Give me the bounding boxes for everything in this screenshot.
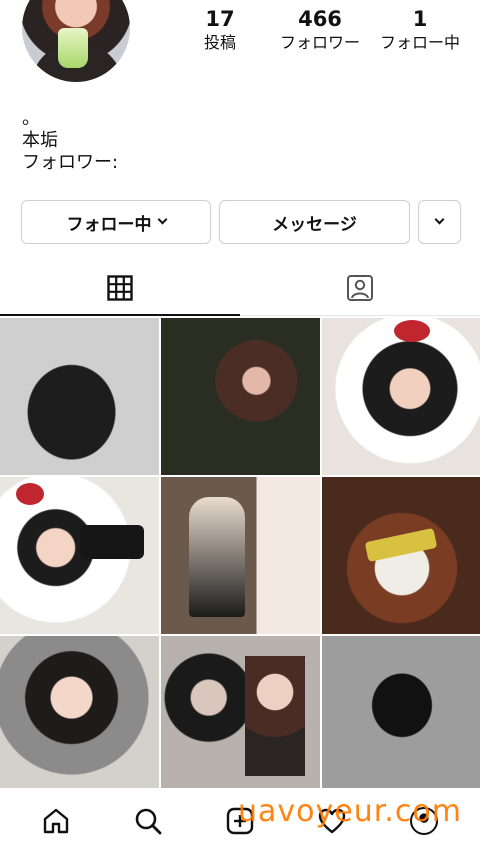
post-thumbnail[interactable]: [0, 318, 159, 475]
following-button-label: フォロー中: [66, 214, 152, 235]
tagged-icon: [347, 274, 373, 301]
post-thumbnail[interactable]: [322, 477, 480, 634]
profile-actions: フォロー中 メッセージ: [21, 200, 461, 244]
nav-search[interactable]: [126, 799, 170, 843]
message-button-label: メッセージ: [272, 214, 357, 235]
stat-posts-label: 投稿: [203, 33, 236, 52]
stat-posts[interactable]: 17 投稿: [170, 6, 270, 54]
chevron-down-icon: [157, 214, 167, 225]
profile-avatar[interactable]: [22, 0, 130, 82]
stat-followers-label: フォロワー: [279, 33, 360, 52]
suggested-accounts-button[interactable]: [418, 200, 461, 244]
post-thumbnail[interactable]: [161, 318, 320, 475]
post-thumbnail[interactable]: [0, 477, 159, 634]
watermark-text: uavoyeur.com: [238, 794, 462, 829]
home-icon: [43, 808, 69, 833]
bio-line: フォロワー:: [22, 152, 119, 173]
message-button[interactable]: メッセージ: [219, 200, 410, 244]
bio-line: 本垢: [22, 130, 58, 151]
stat-followers[interactable]: 466 フォロワー: [270, 6, 370, 54]
post-thumbnail[interactable]: [161, 477, 320, 634]
tab-tagged[interactable]: [240, 260, 480, 315]
nav-home[interactable]: [34, 799, 78, 843]
profile-stats: 17 投稿 466 フォロワー 1 フォロー中: [170, 6, 470, 54]
stat-following[interactable]: 1 フォロー中: [370, 6, 470, 54]
posts-grid: [0, 318, 480, 790]
search-icon: [135, 808, 162, 834]
avatar-drink: [58, 28, 88, 68]
bio-line: 。: [22, 108, 40, 129]
stat-followers-count: 466: [298, 7, 342, 31]
following-button[interactable]: フォロー中: [21, 200, 211, 244]
chevron-down-icon: [434, 214, 445, 225]
stat-posts-count: 17: [205, 7, 235, 31]
stat-following-count: 1: [412, 7, 428, 31]
post-thumbnail[interactable]: [322, 318, 480, 475]
profile-bio: 。 本垢 フォロワー:: [22, 108, 118, 174]
post-thumbnail[interactable]: [161, 636, 320, 790]
grid-icon: [107, 274, 133, 301]
profile-tabs: [0, 260, 480, 316]
tab-grid[interactable]: [0, 260, 240, 316]
post-thumbnail[interactable]: [322, 636, 480, 790]
post-thumbnail[interactable]: [0, 636, 159, 790]
stat-following-label: フォロー中: [379, 33, 460, 52]
